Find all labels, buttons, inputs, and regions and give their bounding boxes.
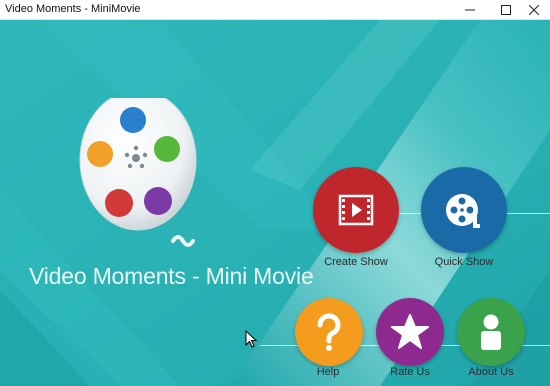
rate-us-button[interactable] xyxy=(376,298,444,366)
app-logo-icon xyxy=(79,98,197,247)
help-button[interactable] xyxy=(295,298,363,366)
main-area: Video Moments - Mini Movie Create Show Q… xyxy=(0,20,550,386)
create-show-button[interactable] xyxy=(313,167,399,253)
about-us-button[interactable] xyxy=(457,298,525,366)
quick-show-button[interactable] xyxy=(421,167,507,253)
about-us-label: About Us xyxy=(468,366,514,378)
create-show-label: Create Show xyxy=(324,256,388,268)
quick-show-label: Quick Show xyxy=(434,256,494,268)
star-icon xyxy=(391,314,429,349)
close-icon xyxy=(529,4,539,15)
rate-us-label: Rate Us xyxy=(390,366,430,378)
film-play-icon xyxy=(338,194,374,226)
window-title: Video Moments - MiniMovie xyxy=(5,3,141,15)
minimize-button[interactable] xyxy=(454,0,486,19)
question-icon xyxy=(317,313,341,351)
mouse-cursor-icon xyxy=(245,330,257,348)
film-reel-icon xyxy=(446,194,480,228)
close-button[interactable] xyxy=(518,0,550,19)
minimize-icon xyxy=(465,9,475,10)
title-bar: Video Moments - MiniMovie xyxy=(0,0,550,20)
app-title: Video Moments - Mini Movie xyxy=(29,263,314,289)
person-icon xyxy=(481,314,501,350)
maximize-icon xyxy=(501,4,511,15)
help-label: Help xyxy=(316,366,340,378)
